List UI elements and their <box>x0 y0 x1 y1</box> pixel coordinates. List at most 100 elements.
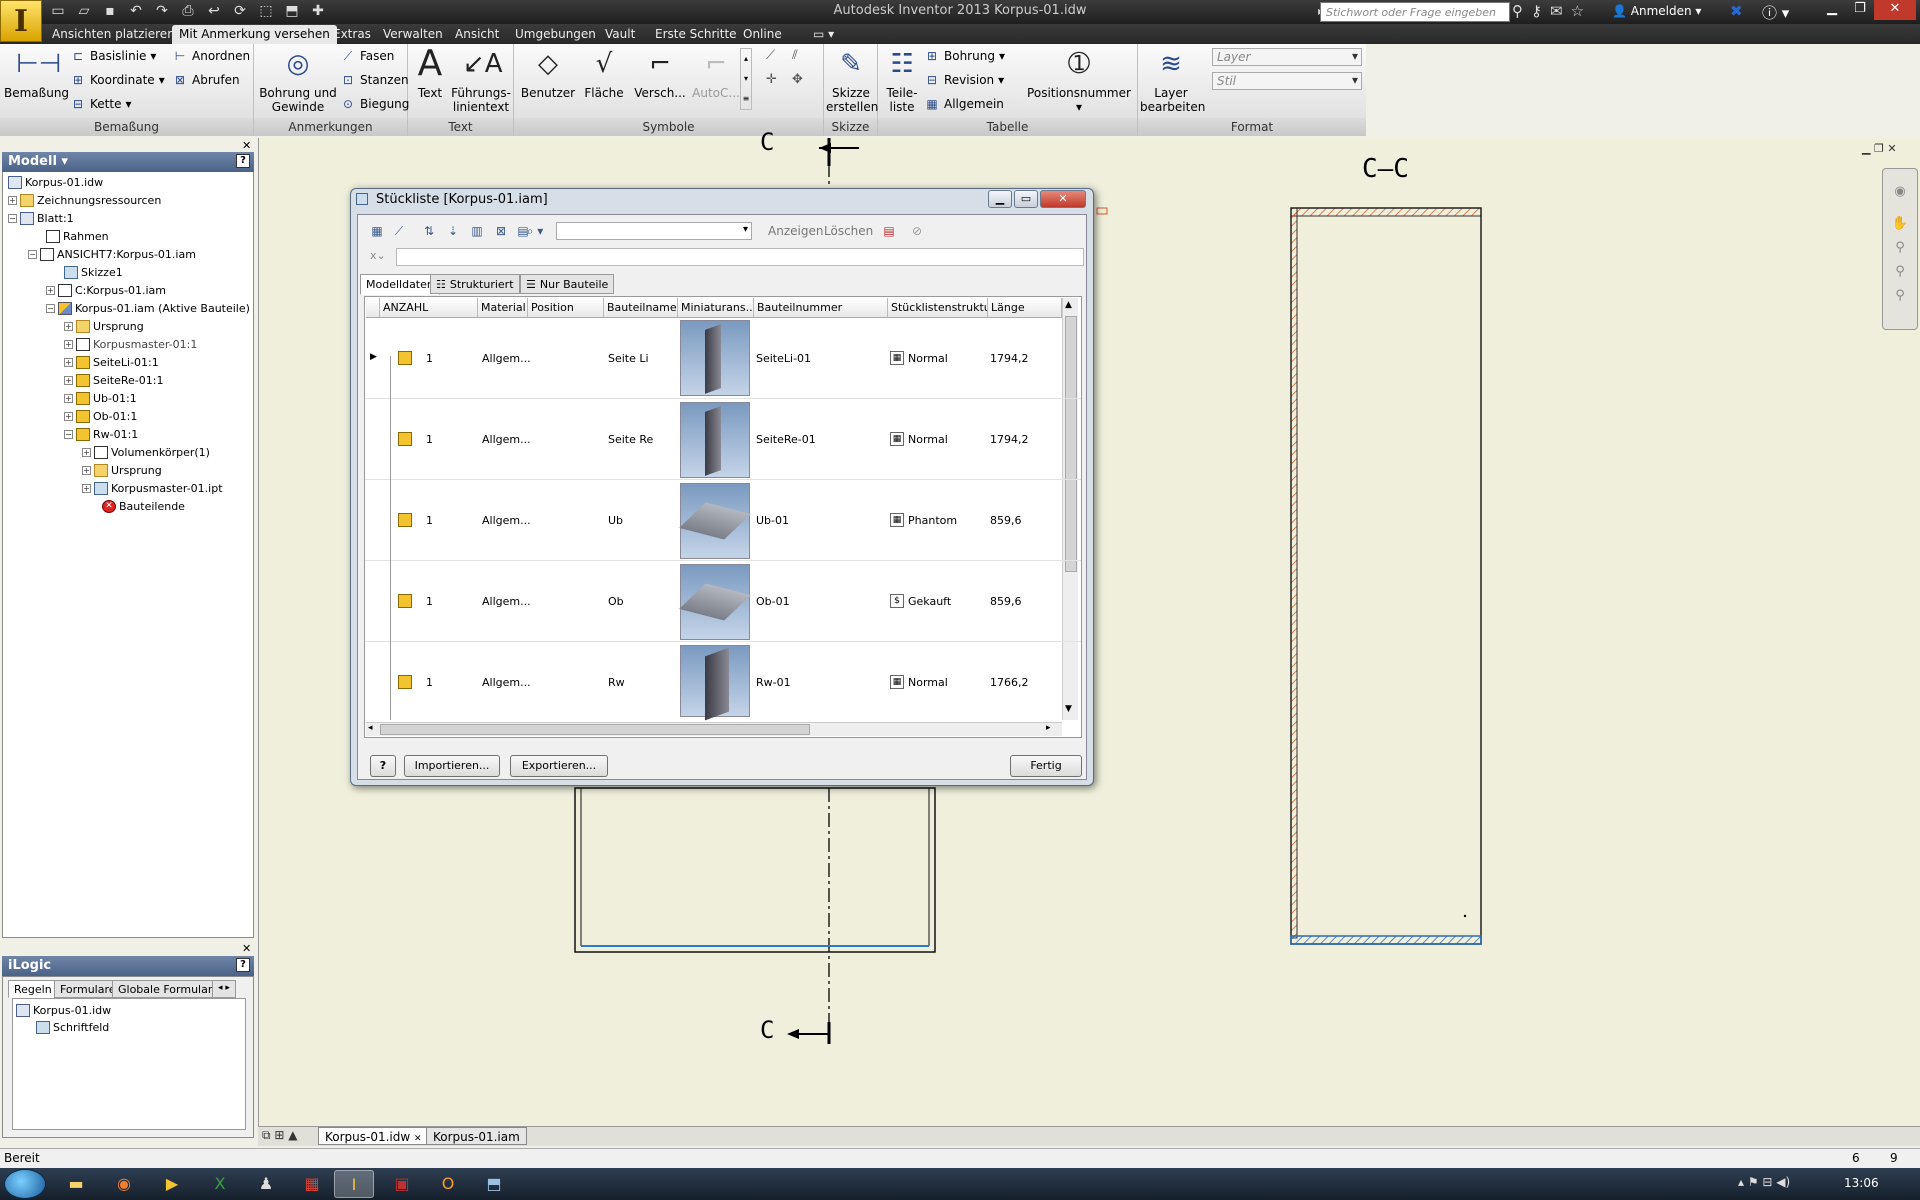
tray-icons[interactable]: ▴ ⚑ ⊟ ◀) <box>1738 1175 1790 1189</box>
collapse-icon[interactable]: − <box>64 430 73 439</box>
revision-button[interactable]: ⊟ Revision ▾ <box>924 72 1004 88</box>
tree-item[interactable]: Korpus-01.idw <box>8 176 103 189</box>
bom-filter-combo[interactable]: ▾ <box>556 222 752 240</box>
formula-input[interactable] <box>396 248 1084 266</box>
outlook-icon[interactable]: O <box>428 1170 468 1198</box>
tree-item[interactable]: + Korpusmaster-01:1 <box>64 338 197 351</box>
explorer-icon[interactable]: ▬ <box>56 1170 96 1198</box>
dialog-close-button[interactable]: ✕ <box>1040 190 1086 208</box>
column-header-position[interactable]: Position <box>528 298 604 318</box>
maximize-button[interactable]: ❐ <box>1846 0 1874 20</box>
tree-item[interactable]: + Ob-01:1 <box>64 410 137 423</box>
excel-icon[interactable]: X <box>200 1170 240 1198</box>
collapse-icon[interactable]: − <box>46 304 55 313</box>
ilogic-help-icon[interactable]: ? <box>236 958 250 972</box>
select-icon[interactable]: ⬚ <box>256 2 276 20</box>
stanzen-button[interactable]: ⊡ Stanzen <box>340 72 409 88</box>
bohrung-gewinde-button[interactable]: ◎ Bohrung und Gewinde <box>258 46 338 114</box>
remove-column-icon[interactable]: ⊠ <box>492 222 510 240</box>
tree-item[interactable]: + Zeichnungsressourcen <box>8 194 161 207</box>
bom-tab-strukturiert[interactable]: ☷ Strukturiert <box>430 274 520 294</box>
scroll-left-icon[interactable]: ◂ <box>368 723 373 733</box>
biegung-button[interactable]: ⊙ Biegung <box>340 96 409 112</box>
cell-bauteilname[interactable]: Seite Li <box>608 352 649 365</box>
ilogic-item[interactable]: Korpus-01.idw <box>16 1004 111 1017</box>
bom-tool-icon[interactable]: ⟋ <box>390 222 408 240</box>
tree-item[interactable]: + Ub-01:1 <box>64 392 137 405</box>
bom-tool-icon[interactable]: ▦ <box>368 222 386 240</box>
undo-icon[interactable]: ↶ <box>126 2 146 20</box>
scroll-down-icon[interactable]: ▼ <box>1065 704 1072 714</box>
expand-icon[interactable]: + <box>8 196 17 205</box>
kette-button[interactable]: ⊟ Kette ▾ <box>70 96 132 112</box>
design-doctor-icon[interactable]: ⬒ <box>282 2 302 20</box>
cell-laenge[interactable]: 1794,2 <box>990 433 1029 446</box>
add-icon[interactable]: ✚ <box>308 2 328 20</box>
expand-icon[interactable]: + <box>82 466 91 475</box>
tree-item[interactable]: + SeiteLi-01:1 <box>64 356 159 369</box>
importieren-button[interactable]: Importieren... <box>404 755 500 777</box>
cell-material[interactable]: Allgem... <box>482 676 531 689</box>
tree-item[interactable]: Skizze1 <box>64 266 123 279</box>
column-header-bauteilnamen[interactable]: Bauteilnamen <box>604 298 678 318</box>
cell-struktur[interactable]: Normal <box>908 352 948 365</box>
cell-material[interactable]: Allgem... <box>482 595 531 608</box>
print-icon[interactable]: ⎙ <box>178 2 198 20</box>
collapse-icon[interactable]: − <box>8 214 17 223</box>
bom-settings-icon[interactable]: ⊘ <box>908 222 926 240</box>
grid-horizontal-scrollbar[interactable]: ◂ ▸ <box>366 722 1062 736</box>
tab-online[interactable]: Online <box>736 25 789 44</box>
positionsnummer-button[interactable]: ➀ Positionsnummer ▾ <box>1024 46 1134 114</box>
symbol-gallery-scroll[interactable]: ▴ ▾ ≡ <box>740 48 752 110</box>
benutzer-button[interactable]: ◇ Benutzer <box>520 46 576 100</box>
browser-close-icon[interactable]: ✕ <box>242 139 251 152</box>
ribbon-minimize-icon[interactable]: ▭ ▾ <box>806 25 841 44</box>
centerline-icon[interactable]: ⟋ <box>766 48 775 63</box>
cell-laenge[interactable]: 1794,2 <box>990 352 1029 365</box>
tree-item[interactable]: − Rw-01:1 <box>64 428 138 441</box>
steering-wheel-icon[interactable]: ◉ <box>1890 184 1910 204</box>
exportieren-button[interactable]: Exportieren... <box>510 755 608 777</box>
vertical-scroll-thumb[interactable] <box>1065 316 1077 572</box>
centerline-bisector-icon[interactable]: ⫽ <box>792 48 798 63</box>
expand-icon[interactable]: + <box>64 394 73 403</box>
favorites-star-icon[interactable]: ☆ <box>1571 2 1584 20</box>
expand-icon[interactable]: + <box>64 322 73 331</box>
cell-struktur[interactable]: Normal <box>908 676 948 689</box>
cell-material[interactable]: Allgem... <box>482 352 531 365</box>
style-combo[interactable]: Stil <box>1212 72 1362 90</box>
text-button[interactable]: A Text <box>412 46 448 101</box>
cell-material[interactable]: Allgem... <box>482 514 531 527</box>
cell-anzahl[interactable]: 1 <box>426 433 433 446</box>
scroll-right-icon[interactable]: ▸ <box>1046 723 1051 733</box>
fasen-button[interactable]: ⟋ Fasen <box>340 48 395 64</box>
tab-vault[interactable]: Vault <box>598 25 642 44</box>
tree-item[interactable]: + Ursprung <box>64 320 144 333</box>
tree-item[interactable]: + Volumenkörper(1) <box>82 446 210 459</box>
dialog-help-button[interactable]: ? <box>370 755 396 777</box>
column-header-material[interactable]: Material <box>478 298 528 318</box>
app-icon[interactable]: ▦ <box>292 1170 332 1198</box>
cell-bauteilname[interactable]: Ub <box>608 514 623 527</box>
ilogic-tab-regeln[interactable]: Regeln <box>8 980 58 998</box>
save-icon[interactable]: ▪ <box>100 2 120 20</box>
loeschen-button[interactable]: Löschen <box>824 224 873 238</box>
help-search-input[interactable]: Stichwort oder Frage eingeben <box>1320 2 1510 22</box>
minimize-button[interactable]: ▁ <box>1818 0 1846 20</box>
allgemein-button[interactable]: ▦ Allgemein <box>924 96 1004 112</box>
basislinie-button[interactable]: ⊏ Basislinie ▾ <box>70 48 156 64</box>
fertig-button[interactable]: Fertig <box>1010 755 1082 777</box>
cell-struktur[interactable]: Gekauft <box>908 595 951 608</box>
cell-bauteilname[interactable]: Ob <box>608 595 624 608</box>
layer-bearbeiten-button[interactable]: ≋ Layer bearbeiten <box>1140 46 1205 114</box>
centered-pattern-icon[interactable]: ✥ <box>792 72 803 87</box>
sign-in-button[interactable]: 👤 Anmelden ▾ <box>1612 4 1701 18</box>
redo-icon[interactable]: ↷ <box>152 2 172 20</box>
grid-vertical-scrollbar[interactable]: ▲ ▼ <box>1062 298 1078 720</box>
bom-tab-modelldaten[interactable]: Modelldaten <box>360 274 440 295</box>
tree-item[interactable]: − Korpus-01.iam (Aktive Bauteile) <box>46 302 250 315</box>
tab-verwalten[interactable]: Verwalten <box>376 25 450 44</box>
bohrung-table-button[interactable]: ⊞ Bohrung ▾ <box>924 48 1005 64</box>
tab-mit-anmerkung-versehen[interactable]: Mit Anmerkung versehen <box>172 25 337 44</box>
abrufen-button[interactable]: ⊠ Abrufen <box>172 72 240 88</box>
